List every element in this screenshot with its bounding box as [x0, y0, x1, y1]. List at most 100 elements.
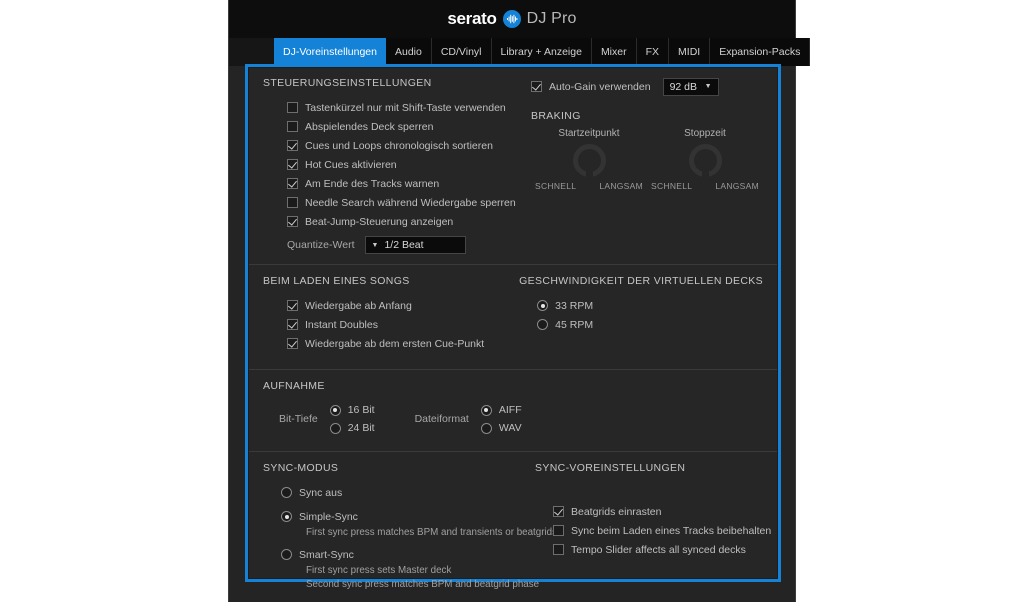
title-bar: serato DJ Pro: [229, 0, 795, 38]
checkbox-snap-to-beatgrids[interactable]: [553, 506, 564, 517]
checkbox-auto-gain[interactable]: [531, 81, 542, 92]
radio-label: 45 RPM: [555, 318, 594, 331]
tab-cd-vinyl[interactable]: CD/Vinyl: [431, 38, 492, 66]
checkbox-track-end-warning[interactable]: [287, 178, 298, 189]
auto-gain-level-dropdown[interactable]: 92 dB ▼: [662, 77, 719, 96]
checkbox-play-from-first-cue[interactable]: [287, 338, 298, 349]
on-song-load-title: BEIM LADEN EINES SONGS: [263, 275, 410, 287]
tab-fx[interactable]: FX: [636, 38, 670, 66]
radio-aiff[interactable]: [480, 404, 492, 416]
radio-33-rpm[interactable]: [537, 300, 549, 311]
radio-row-sync-off[interactable]: Sync aus: [281, 483, 535, 502]
quantize-value-row: Quantize-Wert ▼ 1/2 Beat: [287, 236, 531, 254]
radio-label: Sync aus: [299, 486, 343, 499]
checkbox-row-maintain-sync-on-load[interactable]: Sync beim Laden eines Tracks beibehalten: [553, 521, 771, 540]
checkbox-sort-cues-chronologically[interactable]: [287, 140, 298, 151]
checkbox-label: Beatgrids einrasten: [571, 505, 662, 518]
radio-label: Simple-Sync: [299, 510, 358, 523]
serato-logo: serato DJ Pro: [447, 9, 576, 29]
radio-row-16-bit[interactable]: 16 Bit: [329, 401, 375, 419]
checkbox-row-track-end-warning[interactable]: Am Ende des Tracks warnen: [287, 174, 531, 193]
file-format-group: Dateiformat AIFF WAV: [415, 401, 522, 437]
radio-label: WAV: [498, 422, 522, 434]
braking-stop-time-knob[interactable]: [688, 144, 722, 178]
quantize-value-label: Quantize-Wert: [287, 239, 355, 251]
checkbox-row-play-from-first-cue[interactable]: Wiedergabe ab dem ersten Cue-Punkt: [287, 334, 519, 353]
radio-simple-sync[interactable]: [281, 511, 292, 522]
radio-45-rpm[interactable]: [537, 319, 549, 330]
radio-16-bit[interactable]: [329, 404, 341, 416]
checkbox-row-enable-hot-cues[interactable]: Hot Cues aktivieren: [287, 155, 531, 174]
checkbox-row-sort-cues-chronologically[interactable]: Cues und Loops chronologisch sortieren: [287, 136, 531, 155]
checkbox-enable-hot-cues[interactable]: [287, 159, 298, 170]
radio-row-simple-sync[interactable]: Simple-Sync: [281, 507, 535, 526]
checkbox-row-tempo-slider-all-decks[interactable]: Tempo Slider affects all synced decks: [553, 540, 771, 559]
braking-title: BRAKING: [531, 110, 581, 122]
section-recording: AUFNAHME Bit-Tiefe 16 Bit 24 Bit Dateifo…: [249, 370, 777, 452]
checkbox-row-instant-doubles[interactable]: Instant Doubles: [287, 315, 519, 334]
checkbox-label: Tempo Slider affects all synced decks: [571, 543, 746, 556]
tab-expansion-packs[interactable]: Expansion-Packs: [710, 38, 811, 66]
checkbox-row-play-from-start[interactable]: Wiedergabe ab Anfang: [287, 296, 519, 315]
checkbox-row-snap-to-beatgrids[interactable]: Beatgrids einrasten: [553, 502, 771, 521]
radio-label: 33 RPM: [555, 299, 594, 312]
radio-smart-sync[interactable]: [281, 549, 292, 560]
braking-stop-time-group: Stoppzeit SCHNELL LANGSAM: [647, 128, 763, 191]
radio-row-24-bit[interactable]: 24 Bit: [329, 419, 375, 437]
logo-suffix: DJ Pro: [526, 10, 577, 27]
sync-option-simple-sync: Simple-Sync First sync press matches BPM…: [263, 507, 557, 540]
braking-stop-time-ticks: SCHNELL LANGSAM: [647, 181, 763, 191]
checkbox-show-beat-jump[interactable]: [287, 216, 298, 227]
checkbox-row-shift-shortcuts[interactable]: Tastenkürzel nur mit Shift-Taste verwend…: [287, 98, 531, 117]
tab-mixer[interactable]: Mixer: [591, 38, 637, 66]
braking-start-time-label: Startzeitpunkt: [558, 128, 620, 139]
radio-sync-off[interactable]: [281, 487, 292, 498]
section-control-settings: STEUERUNGSEINSTELLUNGEN Tastenkürzel nur…: [249, 68, 777, 265]
checkbox-label: Am Ende des Tracks warnen: [305, 177, 440, 190]
checkbox-play-from-start[interactable]: [287, 300, 298, 311]
auto-gain-level-selected: 92 dB: [669, 80, 698, 93]
radio-row-aiff[interactable]: AIFF: [480, 401, 522, 419]
recording-title: AUFNAHME: [263, 380, 325, 392]
radio-row-33-rpm[interactable]: 33 RPM: [537, 296, 763, 315]
radio-label: Smart-Sync: [299, 548, 354, 561]
section-sync: SYNC-MODUS Sync aus Simple-Sync First sy…: [249, 452, 777, 604]
checkbox-row-lock-playing-deck[interactable]: Abspielendes Deck sperren: [287, 117, 531, 136]
checkbox-row-show-beat-jump[interactable]: Beat-Jump-Steuerung anzeigen: [287, 212, 531, 231]
sync-option-smart-sync: Smart-Sync First sync press sets Master …: [263, 545, 540, 592]
radio-wav[interactable]: [480, 422, 492, 434]
braking-start-time-knob[interactable]: [572, 144, 606, 178]
radio-row-45-rpm[interactable]: 45 RPM: [537, 315, 763, 334]
checkbox-row-lock-needle-search[interactable]: Needle Search während Wiedergabe sperren: [287, 193, 531, 212]
radio-label: 16 Bit: [347, 404, 375, 416]
quantize-value-dropdown[interactable]: ▼ 1/2 Beat: [364, 236, 466, 254]
braking-start-time-group: Startzeitpunkt SCHNELL LANGSAM: [531, 128, 647, 191]
settings-panel: STEUERUNGSEINSTELLUNGEN Tastenkürzel nur…: [245, 64, 781, 590]
checkbox-lock-playing-deck[interactable]: [287, 121, 298, 132]
tab-library-anzeige[interactable]: Library + Anzeige: [491, 38, 592, 66]
auto-gain-label: Auto-Gain verwenden: [549, 80, 651, 93]
checkbox-lock-needle-search[interactable]: [287, 197, 298, 208]
radio-label: AIFF: [498, 404, 522, 416]
tab-audio[interactable]: Audio: [385, 38, 432, 66]
checkbox-instant-doubles[interactable]: [287, 319, 298, 330]
radio-24-bit[interactable]: [329, 422, 341, 434]
tab-dj-voreinstellungen[interactable]: DJ-Voreinstellungen: [274, 38, 386, 66]
smart-sync-description-line-2: Second sync press matches BPM and beatgr…: [306, 579, 540, 590]
bit-depth-label: Bit-Tiefe: [279, 413, 318, 425]
radio-label: 24 Bit: [347, 422, 375, 434]
control-settings-title: STEUERUNGSEINSTELLUNGEN: [263, 77, 432, 89]
checkbox-shift-shortcuts[interactable]: [287, 102, 298, 113]
checkbox-label: Tastenkürzel nur mit Shift-Taste verwend…: [305, 101, 506, 114]
checkbox-maintain-sync-on-load[interactable]: [553, 525, 564, 536]
braking-knobs: Startzeitpunkt SCHNELL LANGSAM Stoppzeit…: [531, 128, 763, 191]
checkbox-label: Sync beim Laden eines Tracks beibehalten: [571, 524, 772, 537]
checkbox-label: Abspielendes Deck sperren: [305, 120, 434, 133]
logo-wordmark: serato: [447, 9, 497, 28]
checkbox-tempo-slider-all-decks[interactable]: [553, 544, 564, 555]
checkbox-label: Hot Cues aktivieren: [305, 158, 397, 171]
tab-midi[interactable]: MIDI: [669, 38, 711, 66]
radio-row-wav[interactable]: WAV: [480, 419, 522, 437]
radio-row-smart-sync[interactable]: Smart-Sync: [281, 545, 535, 564]
checkbox-label: Wiedergabe ab dem ersten Cue-Punkt: [305, 337, 485, 350]
